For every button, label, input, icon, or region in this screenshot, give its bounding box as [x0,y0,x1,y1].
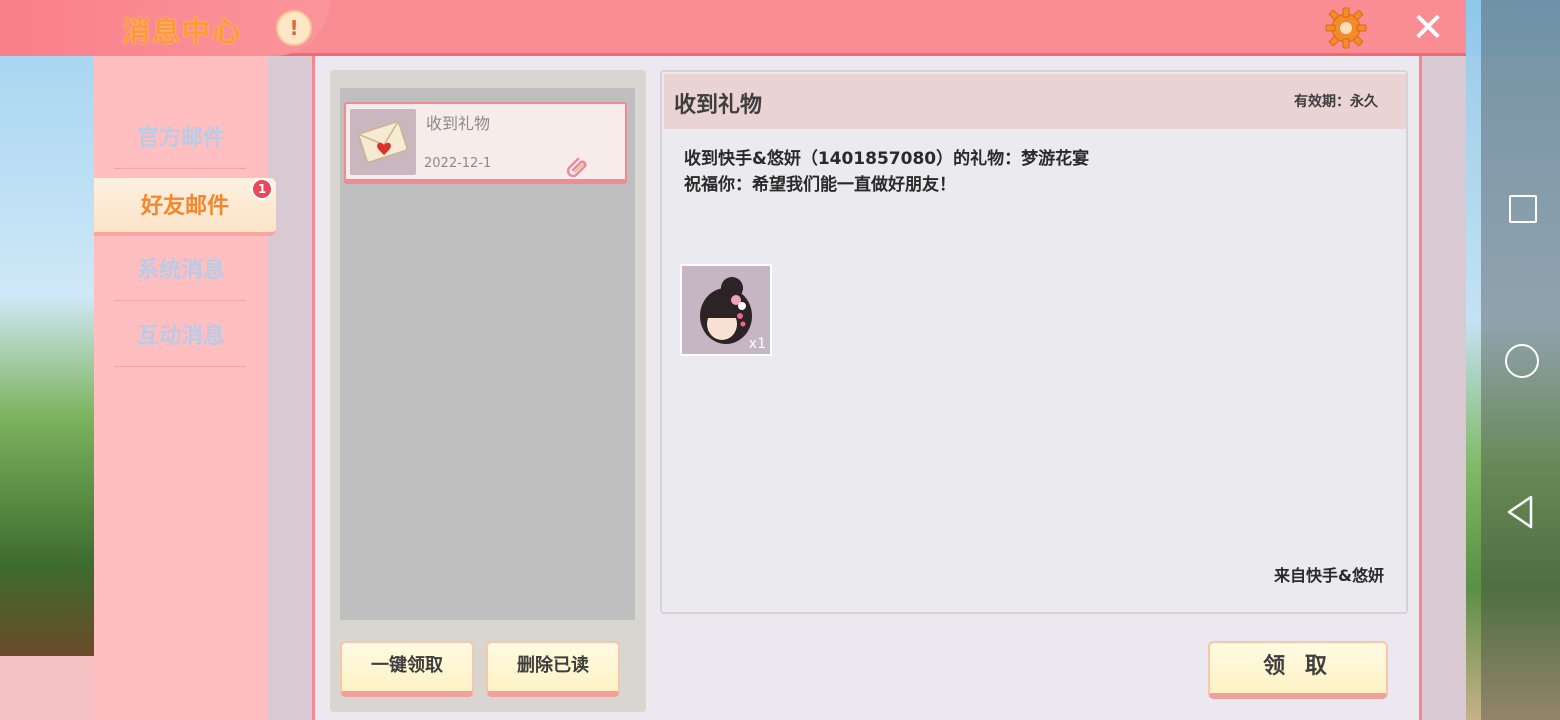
mail-message-line: 收到快手&悠妍（1401857080）的礼物：梦游花宴 [684,149,1090,169]
back-triangle-icon [1507,495,1533,529]
settings-button[interactable] [1324,6,1368,50]
mail-list-item[interactable]: 收到礼物 2022-12-1 [344,102,627,184]
gift-attachment[interactable]: x1 [680,264,772,356]
mail-detail-panel: 收到礼物 有效期：永久 收到快手&悠妍（1401857080）的礼物：梦游花宴 … [660,70,1408,614]
mail-message-line: 祝福你：希望我们能一直做好朋友！ [684,175,956,195]
info-button[interactable]: ! [276,10,312,46]
background-strip [0,656,100,720]
paperclip-icon [566,154,590,178]
validity-label: 有效期：永久 [1294,94,1378,110]
tab-system-messages[interactable]: 系统消息 [94,242,268,300]
system-navigation-bar [1481,0,1560,720]
recent-apps-button[interactable] [1501,187,1541,227]
mail-date: 2022-12-1 [424,156,492,171]
mail-message: 收到快手&悠妍（1401857080）的礼物：梦游花宴 祝福你：希望我们能一直做… [684,146,1089,198]
background-scene-left [0,56,100,656]
category-sidebar: 官方邮件 好友邮件 系统消息 互动消息 1 [94,56,276,720]
divider [114,168,246,169]
collect-all-button[interactable]: 一键领取 [340,641,474,697]
tab-interaction-messages[interactable]: 互动消息 [94,308,268,366]
tab-official-mail[interactable]: 官方邮件 [94,110,268,168]
divider [114,300,246,301]
envelope-icon [350,109,416,175]
back-button[interactable] [1501,492,1541,532]
divider [114,366,246,367]
gift-quantity: x1 [748,336,766,352]
window-title: 消息中心 [122,15,243,48]
unread-badge: 1 [251,178,273,200]
mail-detail-header: 收到礼物 有效期：永久 [664,74,1406,129]
mail-title: 收到礼物 [426,114,491,133]
home-button[interactable] [1501,340,1541,380]
gear-icon [1325,7,1367,49]
claim-button[interactable]: 领 取 [1208,641,1388,699]
mail-detail-title: 收到礼物 [674,93,763,118]
close-icon: ✕ [1411,5,1445,51]
delete-read-button[interactable]: 删除已读 [486,641,620,697]
close-button[interactable]: ✕ [1408,8,1448,50]
sender-label: 来自快手&悠妍 [1274,566,1384,585]
tab-friend-mail[interactable]: 好友邮件 [94,178,276,236]
title-bar: 消息中心 ! ✕ [0,0,1466,56]
